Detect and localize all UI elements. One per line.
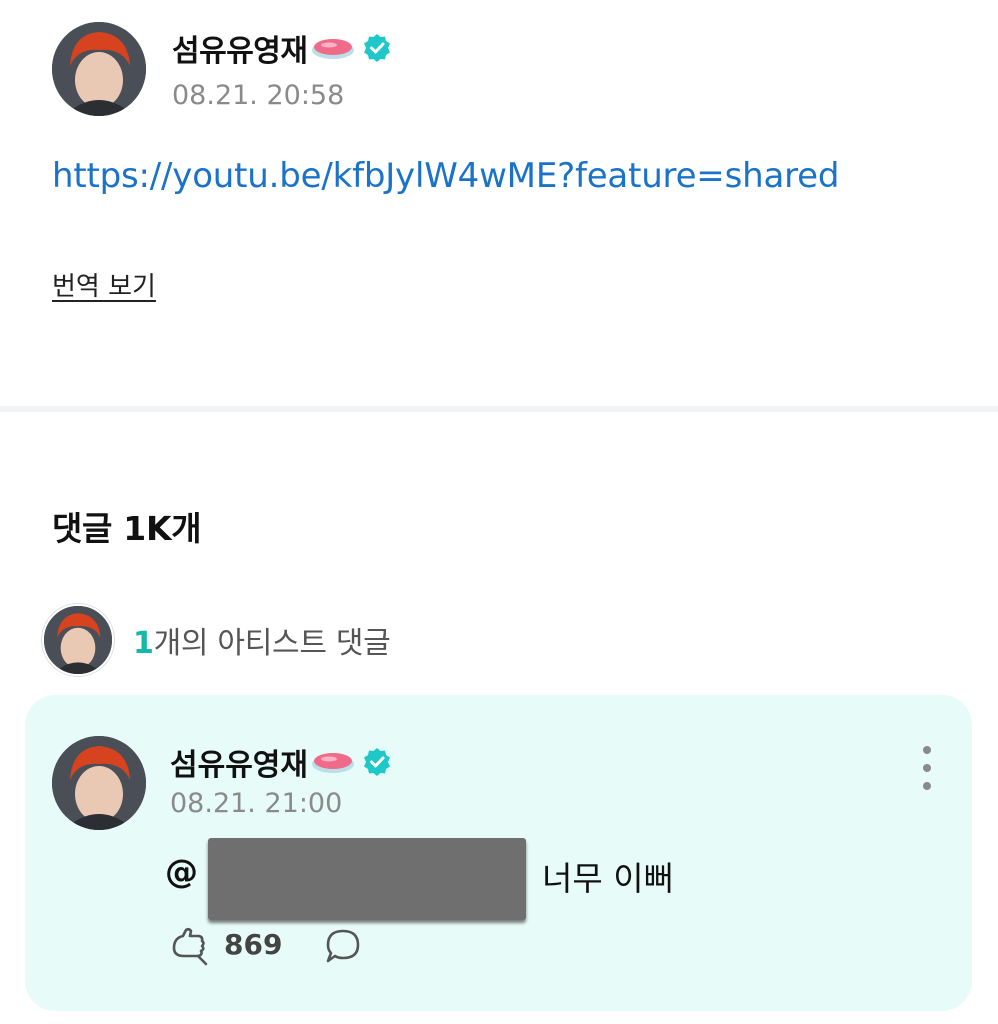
- section-divider: [0, 406, 998, 412]
- comment-author-name[interactable]: 섬유유영재: [170, 740, 392, 784]
- artist-comments-avatar[interactable]: [42, 604, 114, 676]
- comments-count-title: 댓글 1K개: [52, 509, 202, 548]
- comment-timestamp: 08.21. 21:00: [170, 788, 343, 819]
- pink-soap-emoji-icon: [311, 39, 354, 59]
- post-author-avatar[interactable]: [52, 22, 146, 116]
- verified-badge-icon: [364, 748, 390, 776]
- more-vertical-icon[interactable]: [916, 746, 938, 790]
- author-name-text: 섬유유영재: [172, 34, 308, 69]
- like-count: 869: [224, 928, 283, 961]
- pink-soap-emoji-icon: [312, 753, 354, 773]
- redacted-block: [208, 838, 526, 920]
- comment-author-text: 섬유유영재: [170, 748, 308, 783]
- artist-comment-count: 1: [133, 626, 154, 661]
- comment-mention[interactable]: @: [165, 852, 198, 891]
- artist-comments-link[interactable]: 1개의 아티스트 댓글: [133, 618, 391, 662]
- artist-comment-label: 개의 아티스트 댓글: [153, 626, 391, 661]
- comment-bubble-icon[interactable]: [323, 927, 363, 967]
- comment-author-avatar[interactable]: [52, 736, 146, 830]
- post-author-name[interactable]: 섬유유영재: [172, 26, 392, 70]
- like-hand-icon[interactable]: [168, 926, 212, 968]
- post-timestamp: 08.21. 20:58: [172, 80, 345, 111]
- post-link[interactable]: https://youtu.be/kfbJylW4wME?feature=sha…: [52, 156, 839, 196]
- comment-text: 너무 이뻐: [542, 859, 674, 898]
- translate-button[interactable]: 번역 보기: [52, 266, 156, 303]
- mention-prefix: @: [165, 852, 198, 891]
- verified-badge-icon: [363, 34, 390, 62]
